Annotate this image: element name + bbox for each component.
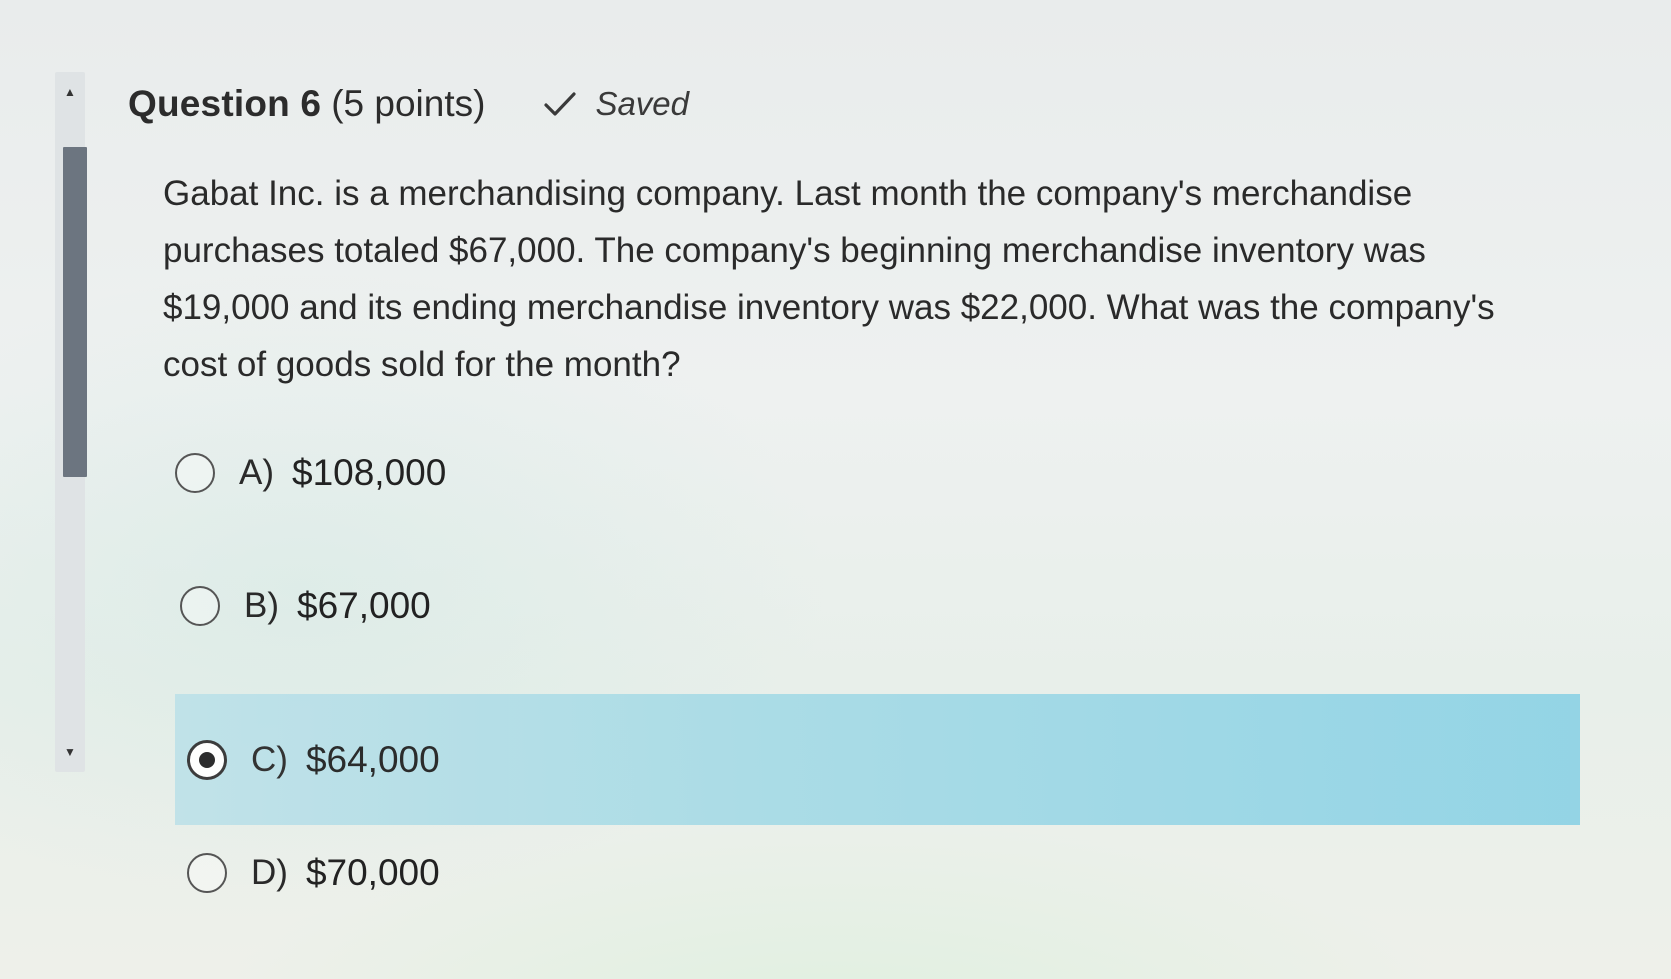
check-icon (544, 92, 577, 116)
option-b-value: $67,000 (297, 585, 431, 626)
scrollbar-thumb[interactable] (63, 147, 87, 477)
radio-option-c[interactable] (187, 739, 227, 780)
vertical-scrollbar[interactable]: ▲ ▼ (55, 72, 87, 772)
scroll-down-arrow-icon[interactable]: ▼ (55, 732, 85, 772)
option-c-value: $64,000 (305, 738, 440, 780)
radio-option-b[interactable] (180, 586, 220, 626)
question-header: Question 6 (5 points) Saved (128, 83, 689, 125)
question-title: Question 6 (128, 83, 322, 124)
scroll-up-arrow-icon[interactable]: ▲ (55, 72, 85, 112)
option-d-value: $70,000 (305, 852, 440, 893)
option-a[interactable]: A) $108,000 (175, 452, 446, 494)
option-a-value: $108,000 (292, 452, 447, 493)
option-b-letter: B) (244, 586, 279, 625)
question-text: Gabat Inc. is a merchandising company. L… (163, 174, 1495, 384)
question-points: (5 points) (331, 83, 486, 124)
option-c-letter: C) (251, 739, 288, 779)
option-d[interactable]: D) $70,000 (187, 852, 440, 894)
option-d-letter: D) (251, 853, 288, 892)
radio-option-d[interactable] (187, 853, 227, 893)
option-b[interactable]: B) $67,000 (180, 585, 431, 627)
radio-option-a[interactable] (175, 453, 215, 493)
saved-status: Saved (543, 85, 689, 123)
option-c[interactable]: C) $64,000 (175, 694, 1580, 825)
radio-selected-dot (199, 751, 215, 768)
saved-status-label: Saved (595, 85, 690, 122)
option-a-letter: A) (239, 453, 274, 492)
